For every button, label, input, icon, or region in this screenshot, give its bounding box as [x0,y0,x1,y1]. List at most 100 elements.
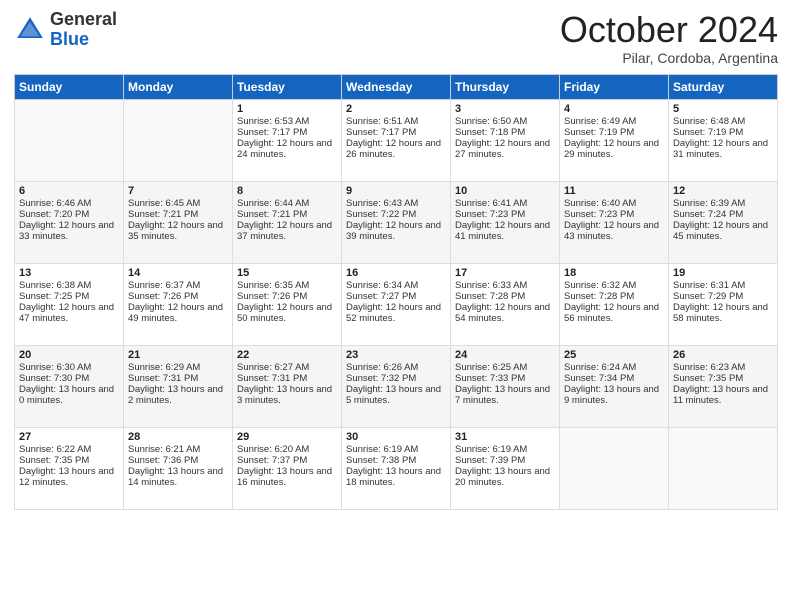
sunrise-text: Sunrise: 6:25 AM [455,362,555,373]
calendar-week-1: 1Sunrise: 6:53 AMSunset: 7:17 PMDaylight… [15,99,778,181]
calendar-cell-2-1: 6Sunrise: 6:46 AMSunset: 7:20 PMDaylight… [15,181,124,263]
day-number: 5 [673,103,773,115]
sunset-text: Sunset: 7:32 PM [346,373,446,384]
sunset-text: Sunset: 7:23 PM [455,209,555,220]
calendar-cell-3-2: 14Sunrise: 6:37 AMSunset: 7:26 PMDayligh… [124,263,233,345]
daylight-text: Daylight: 12 hours and 37 minutes. [237,220,337,242]
day-number: 23 [346,349,446,361]
sunrise-text: Sunrise: 6:41 AM [455,198,555,209]
daylight-text: Daylight: 13 hours and 9 minutes. [564,384,664,406]
sunrise-text: Sunrise: 6:32 AM [564,280,664,291]
daylight-text: Daylight: 12 hours and 45 minutes. [673,220,773,242]
sunrise-text: Sunrise: 6:24 AM [564,362,664,373]
sunrise-text: Sunrise: 6:35 AM [237,280,337,291]
day-number: 19 [673,267,773,279]
calendar-cell-1-1 [15,99,124,181]
sunrise-text: Sunrise: 6:33 AM [455,280,555,291]
sunset-text: Sunset: 7:20 PM [19,209,119,220]
sunrise-text: Sunrise: 6:34 AM [346,280,446,291]
col-sunday: Sunday [15,74,124,99]
day-number: 7 [128,185,228,197]
logo-icon [14,14,46,46]
daylight-text: Daylight: 13 hours and 3 minutes. [237,384,337,406]
logo-text: General Blue [50,10,117,50]
calendar-cell-1-5: 3Sunrise: 6:50 AMSunset: 7:18 PMDaylight… [451,99,560,181]
calendar-cell-5-1: 27Sunrise: 6:22 AMSunset: 7:35 PMDayligh… [15,427,124,509]
calendar-cell-2-2: 7Sunrise: 6:45 AMSunset: 7:21 PMDaylight… [124,181,233,263]
calendar-header-row: Sunday Monday Tuesday Wednesday Thursday… [15,74,778,99]
day-number: 8 [237,185,337,197]
day-number: 14 [128,267,228,279]
daylight-text: Daylight: 13 hours and 14 minutes. [128,466,228,488]
calendar-cell-2-6: 11Sunrise: 6:40 AMSunset: 7:23 PMDayligh… [560,181,669,263]
sunset-text: Sunset: 7:21 PM [237,209,337,220]
calendar-cell-5-5: 31Sunrise: 6:19 AMSunset: 7:39 PMDayligh… [451,427,560,509]
sunset-text: Sunset: 7:33 PM [455,373,555,384]
sunrise-text: Sunrise: 6:46 AM [19,198,119,209]
daylight-text: Daylight: 12 hours and 54 minutes. [455,302,555,324]
day-number: 2 [346,103,446,115]
daylight-text: Daylight: 13 hours and 12 minutes. [19,466,119,488]
daylight-text: Daylight: 13 hours and 7 minutes. [455,384,555,406]
page: General Blue October 2024 Pilar, Cordoba… [0,0,792,612]
sunrise-text: Sunrise: 6:26 AM [346,362,446,373]
day-number: 31 [455,431,555,443]
day-number: 9 [346,185,446,197]
calendar-cell-3-1: 13Sunrise: 6:38 AMSunset: 7:25 PMDayligh… [15,263,124,345]
day-number: 17 [455,267,555,279]
calendar-cell-2-4: 9Sunrise: 6:43 AMSunset: 7:22 PMDaylight… [342,181,451,263]
sunset-text: Sunset: 7:17 PM [346,127,446,138]
calendar-cell-3-3: 15Sunrise: 6:35 AMSunset: 7:26 PMDayligh… [233,263,342,345]
logo: General Blue [14,10,117,50]
day-number: 24 [455,349,555,361]
sunrise-text: Sunrise: 6:53 AM [237,116,337,127]
sunset-text: Sunset: 7:26 PM [237,291,337,302]
sunrise-text: Sunrise: 6:19 AM [455,444,555,455]
calendar-cell-4-4: 23Sunrise: 6:26 AMSunset: 7:32 PMDayligh… [342,345,451,427]
calendar-cell-1-3: 1Sunrise: 6:53 AMSunset: 7:17 PMDaylight… [233,99,342,181]
sunrise-text: Sunrise: 6:27 AM [237,362,337,373]
day-number: 20 [19,349,119,361]
sunset-text: Sunset: 7:24 PM [673,209,773,220]
calendar-cell-1-4: 2Sunrise: 6:51 AMSunset: 7:17 PMDaylight… [342,99,451,181]
sunset-text: Sunset: 7:19 PM [673,127,773,138]
sunset-text: Sunset: 7:39 PM [455,455,555,466]
col-thursday: Thursday [451,74,560,99]
daylight-text: Daylight: 12 hours and 29 minutes. [564,138,664,160]
sunset-text: Sunset: 7:28 PM [455,291,555,302]
sunset-text: Sunset: 7:35 PM [673,373,773,384]
calendar-cell-3-4: 16Sunrise: 6:34 AMSunset: 7:27 PMDayligh… [342,263,451,345]
day-number: 18 [564,267,664,279]
day-number: 30 [346,431,446,443]
calendar-cell-4-3: 22Sunrise: 6:27 AMSunset: 7:31 PMDayligh… [233,345,342,427]
sunrise-text: Sunrise: 6:43 AM [346,198,446,209]
sunrise-text: Sunrise: 6:21 AM [128,444,228,455]
sunset-text: Sunset: 7:34 PM [564,373,664,384]
calendar-cell-1-2 [124,99,233,181]
daylight-text: Daylight: 12 hours and 26 minutes. [346,138,446,160]
day-number: 4 [564,103,664,115]
day-number: 11 [564,185,664,197]
location-subtitle: Pilar, Cordoba, Argentina [560,50,778,66]
day-number: 21 [128,349,228,361]
sunset-text: Sunset: 7:22 PM [346,209,446,220]
calendar-cell-2-7: 12Sunrise: 6:39 AMSunset: 7:24 PMDayligh… [669,181,778,263]
sunset-text: Sunset: 7:38 PM [346,455,446,466]
daylight-text: Daylight: 13 hours and 11 minutes. [673,384,773,406]
daylight-text: Daylight: 13 hours and 20 minutes. [455,466,555,488]
sunset-text: Sunset: 7:19 PM [564,127,664,138]
sunset-text: Sunset: 7:29 PM [673,291,773,302]
col-monday: Monday [124,74,233,99]
day-number: 28 [128,431,228,443]
calendar-cell-3-5: 17Sunrise: 6:33 AMSunset: 7:28 PMDayligh… [451,263,560,345]
daylight-text: Daylight: 12 hours and 31 minutes. [673,138,773,160]
col-saturday: Saturday [669,74,778,99]
sunrise-text: Sunrise: 6:38 AM [19,280,119,291]
daylight-text: Daylight: 12 hours and 41 minutes. [455,220,555,242]
calendar-cell-4-6: 25Sunrise: 6:24 AMSunset: 7:34 PMDayligh… [560,345,669,427]
day-number: 26 [673,349,773,361]
header: General Blue October 2024 Pilar, Cordoba… [14,10,778,66]
sunrise-text: Sunrise: 6:37 AM [128,280,228,291]
day-number: 25 [564,349,664,361]
day-number: 15 [237,267,337,279]
